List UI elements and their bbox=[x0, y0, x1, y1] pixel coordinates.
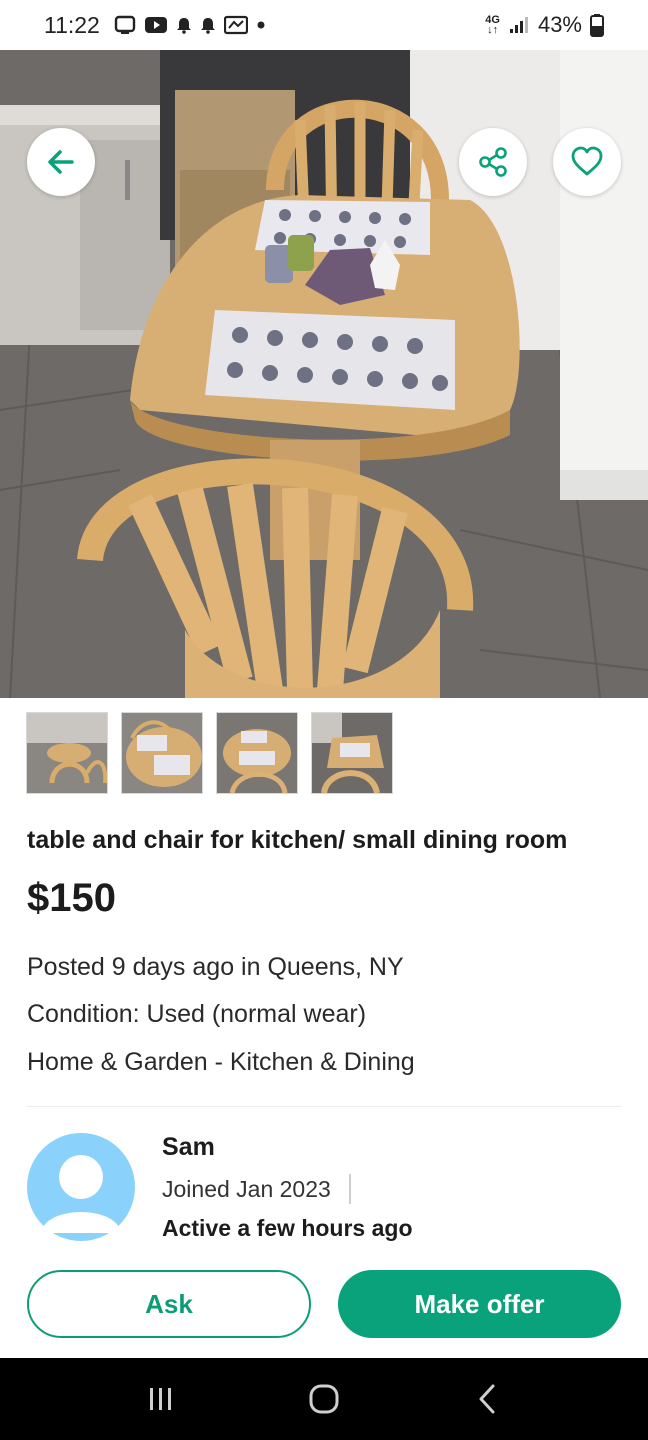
battery-percent: 43% bbox=[537, 12, 582, 37]
condition-info: Condition: Used (normal wear) bbox=[27, 1000, 367, 1028]
recent-apps-icon bbox=[150, 1388, 172, 1410]
home-button[interactable] bbox=[294, 1369, 354, 1429]
notification-bell-icon bbox=[200, 16, 216, 34]
listing-main-photo[interactable] bbox=[0, 50, 648, 698]
tv-icon bbox=[114, 14, 136, 36]
make-offer-button[interactable]: Make offer bbox=[338, 1270, 621, 1338]
thumbnail-1[interactable] bbox=[26, 712, 108, 794]
heart-icon bbox=[571, 146, 603, 176]
seller-joined: Joined Jan 2023 bbox=[162, 1174, 351, 1204]
thumbnail-3[interactable] bbox=[216, 712, 298, 794]
network-type: 4G bbox=[485, 14, 500, 26]
seller-avatar[interactable] bbox=[27, 1133, 135, 1241]
back-nav-button[interactable] bbox=[457, 1369, 517, 1429]
share-button[interactable] bbox=[459, 128, 527, 196]
cast-icon bbox=[223, 15, 248, 35]
notification-bell-icon bbox=[176, 16, 192, 34]
share-icon bbox=[479, 147, 507, 177]
back-nav-icon bbox=[479, 1384, 495, 1414]
home-icon bbox=[309, 1384, 339, 1414]
listing-title: table and chair for kitchen/ small dinin… bbox=[27, 826, 568, 854]
seller-active-status: Active a few hours ago bbox=[162, 1215, 413, 1241]
dot-icon bbox=[256, 20, 266, 30]
section-divider bbox=[27, 1106, 621, 1107]
status-bar: 11:22 4G ↓↑ 43% bbox=[0, 0, 648, 50]
joined-text: Joined Jan 2023 bbox=[162, 1175, 331, 1202]
system-nav-bar bbox=[0, 1358, 648, 1440]
signal-icon bbox=[508, 15, 530, 35]
favorite-button[interactable] bbox=[553, 128, 621, 196]
thumbnail-2[interactable] bbox=[121, 712, 203, 794]
back-button[interactable] bbox=[27, 128, 95, 196]
listing-photo-illustration bbox=[0, 50, 648, 698]
category-info[interactable]: Home & Garden - Kitchen & Dining bbox=[27, 1048, 415, 1077]
status-time: 11:22 bbox=[44, 11, 100, 38]
status-right: 4G ↓↑ 43% bbox=[485, 12, 604, 38]
thumbnail-4[interactable] bbox=[311, 712, 393, 794]
arrow-left-icon bbox=[48, 150, 74, 174]
joined-separator bbox=[348, 1174, 351, 1204]
network-4g-icon: 4G ↓↑ bbox=[485, 14, 500, 36]
ask-button[interactable]: Ask bbox=[27, 1270, 311, 1338]
listing-price: $150 bbox=[27, 876, 116, 920]
youtube-icon bbox=[144, 15, 168, 35]
photo-thumbnails bbox=[26, 712, 393, 794]
posted-info[interactable]: Posted 9 days ago in Queens, NY bbox=[27, 953, 404, 982]
seller-name[interactable]: Sam bbox=[162, 1133, 215, 1162]
recent-apps-button[interactable] bbox=[131, 1369, 191, 1429]
status-left: 11:22 bbox=[44, 12, 266, 39]
default-user-icon bbox=[41, 1155, 121, 1233]
battery-icon bbox=[590, 13, 604, 37]
